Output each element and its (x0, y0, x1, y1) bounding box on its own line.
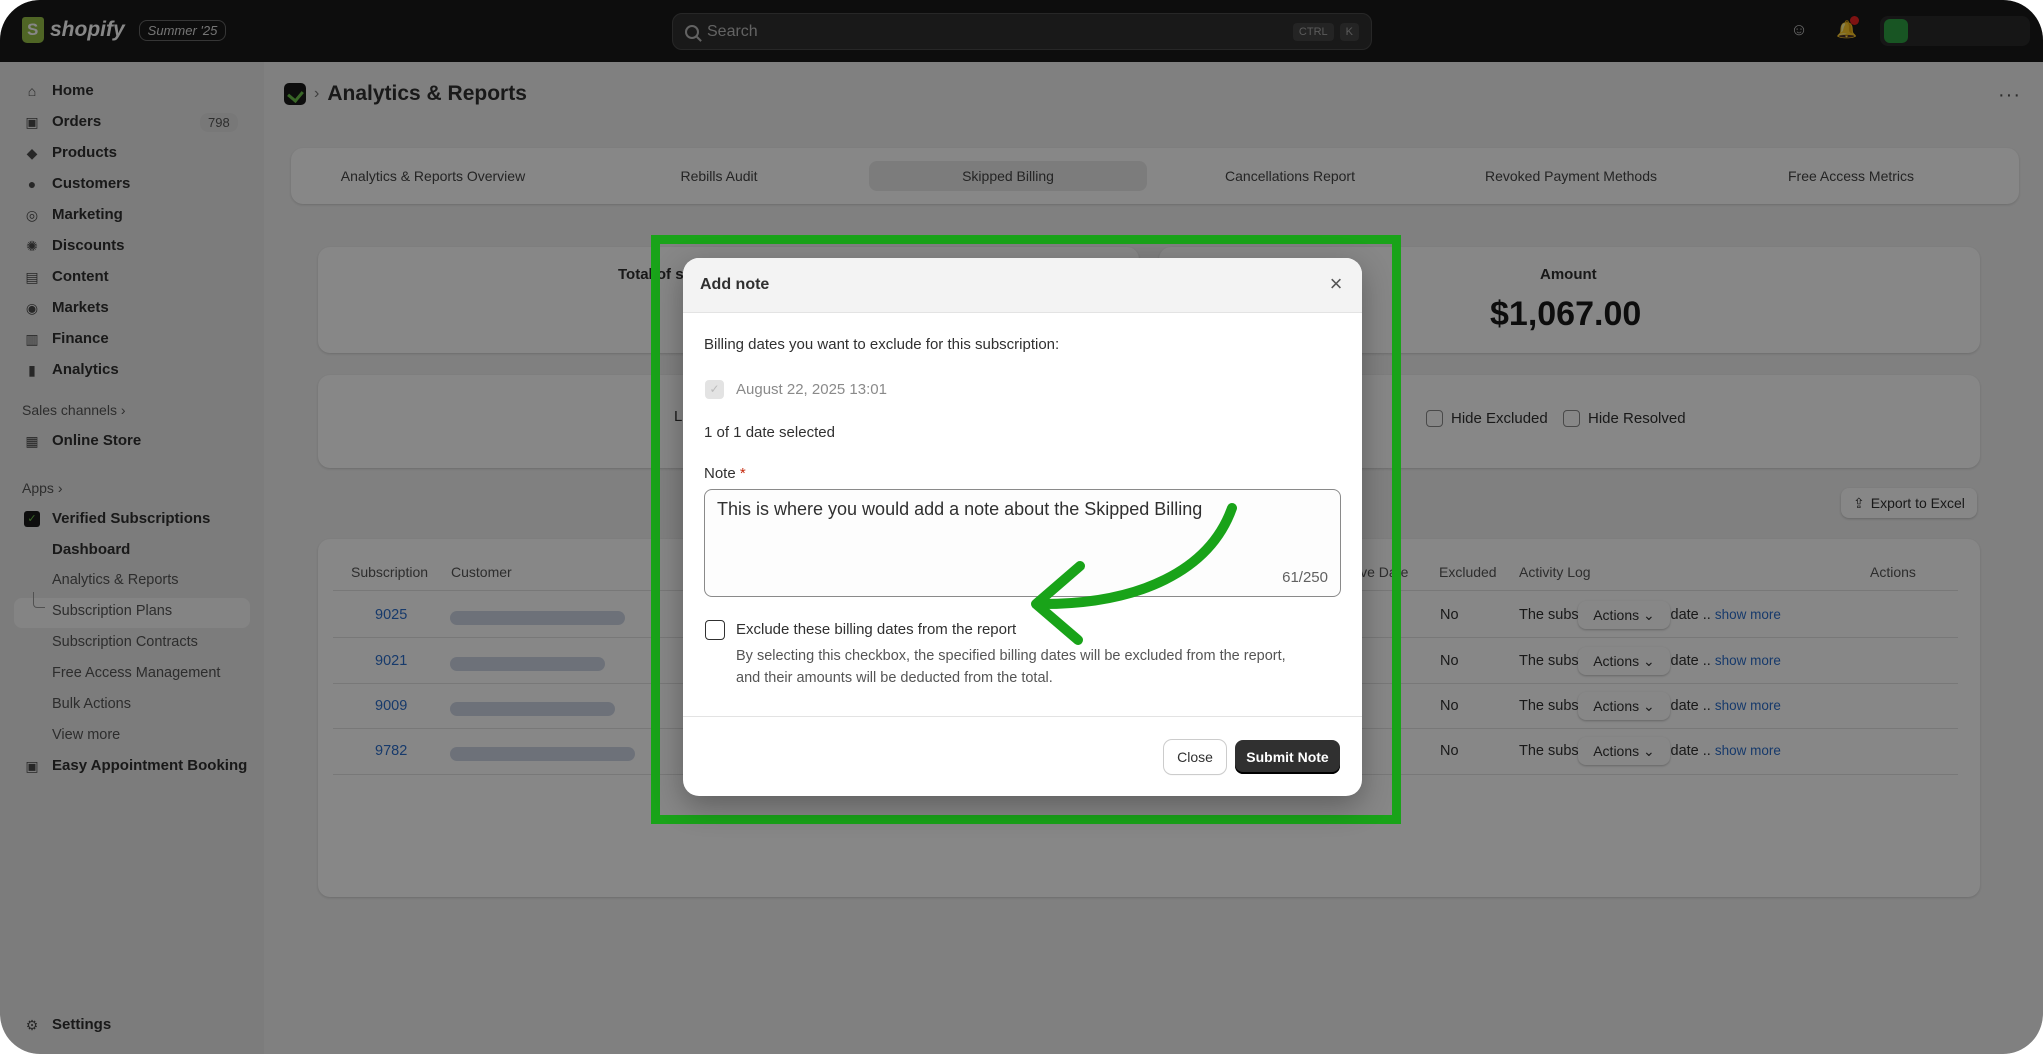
close-button[interactable]: Close (1164, 740, 1226, 774)
billing-date-label: August 22, 2025 13:01 (736, 381, 887, 398)
billing-date-option: ✓ August 22, 2025 13:01 (705, 380, 887, 399)
close-icon[interactable]: × (1324, 272, 1348, 296)
selected-count: 1 of 1 date selected (704, 424, 835, 441)
note-label-text: Note (704, 465, 736, 482)
modal-intro: Billing dates you want to exclude for th… (704, 336, 1060, 353)
add-note-modal: Add note × Billing dates you want to exc… (683, 258, 1362, 796)
char-counter: 61/250 (1282, 569, 1328, 586)
checkbox-checked-disabled-icon: ✓ (705, 380, 724, 399)
modal-title: Add note (700, 276, 770, 293)
required-mark: * (739, 465, 746, 482)
note-value: This is where you would add a note about… (717, 499, 1203, 519)
exclude-help-line1: By selecting this checkbox, the specifie… (736, 648, 1286, 664)
footer-divider (683, 716, 1362, 717)
exclude-label[interactable]: Exclude these billing dates from the rep… (736, 621, 1016, 638)
note-textarea[interactable]: This is where you would add a note about… (704, 489, 1341, 597)
app-frame: S shopify Summer '25 Search CTRL K ☺ 🔔 ⌂… (0, 0, 2043, 1054)
submit-note-button[interactable]: Submit Note (1235, 740, 1340, 774)
exclude-checkbox[interactable] (705, 620, 725, 640)
note-label: Note * (704, 465, 746, 482)
exclude-help-line2: and their amounts will be deducted from … (736, 670, 1053, 686)
modal-header: Add note × (683, 258, 1362, 313)
